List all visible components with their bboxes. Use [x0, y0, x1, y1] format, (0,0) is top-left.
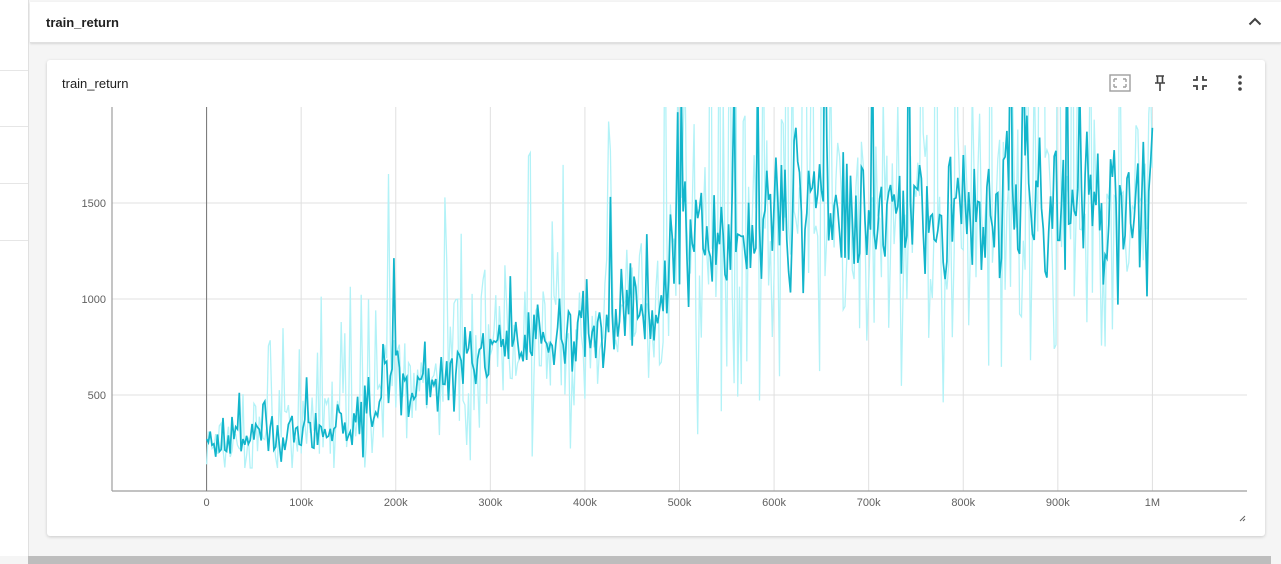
y-tick-label: 1500	[82, 198, 106, 210]
x-tick-label: 1M	[1145, 497, 1160, 509]
x-tick-label: 600k	[762, 497, 786, 509]
x-tick-label: 200k	[384, 497, 408, 509]
chevron-up-icon	[1248, 17, 1262, 26]
x-tick-label: 0	[204, 497, 210, 509]
collapse-button[interactable]	[1243, 10, 1267, 34]
sidebar-divider	[0, 240, 28, 241]
x-tick-label: 300k	[478, 497, 502, 509]
x-tick-label: 700k	[857, 497, 881, 509]
resize-handle-icon[interactable]	[1239, 515, 1246, 522]
x-tick-label: 900k	[1046, 497, 1070, 509]
section-header: train_return	[30, 2, 1281, 43]
sidebar-divider	[0, 70, 28, 71]
section-title: train_return	[46, 15, 119, 30]
chart-card: train_return 0 100k 200k 300k 400k 500k 600k 70…	[47, 60, 1265, 536]
y-tick-label: 1000	[82, 294, 106, 306]
x-tick-label: 500k	[668, 497, 692, 509]
x-tick-label: 400k	[573, 497, 597, 509]
sidebar-divider	[0, 183, 28, 184]
left-sidebar	[0, 0, 29, 556]
y-tick-label: 500	[88, 390, 106, 402]
sidebar-divider	[0, 126, 28, 127]
x-tick-label: 100k	[289, 497, 313, 509]
horizontal-scrollbar[interactable]	[28, 556, 1271, 564]
x-tick-label: 800k	[951, 497, 975, 509]
chart-plot[interactable]: 0 100k 200k 300k 400k 500k 600k 700k 800k 900k 1M 5…	[47, 60, 1265, 536]
